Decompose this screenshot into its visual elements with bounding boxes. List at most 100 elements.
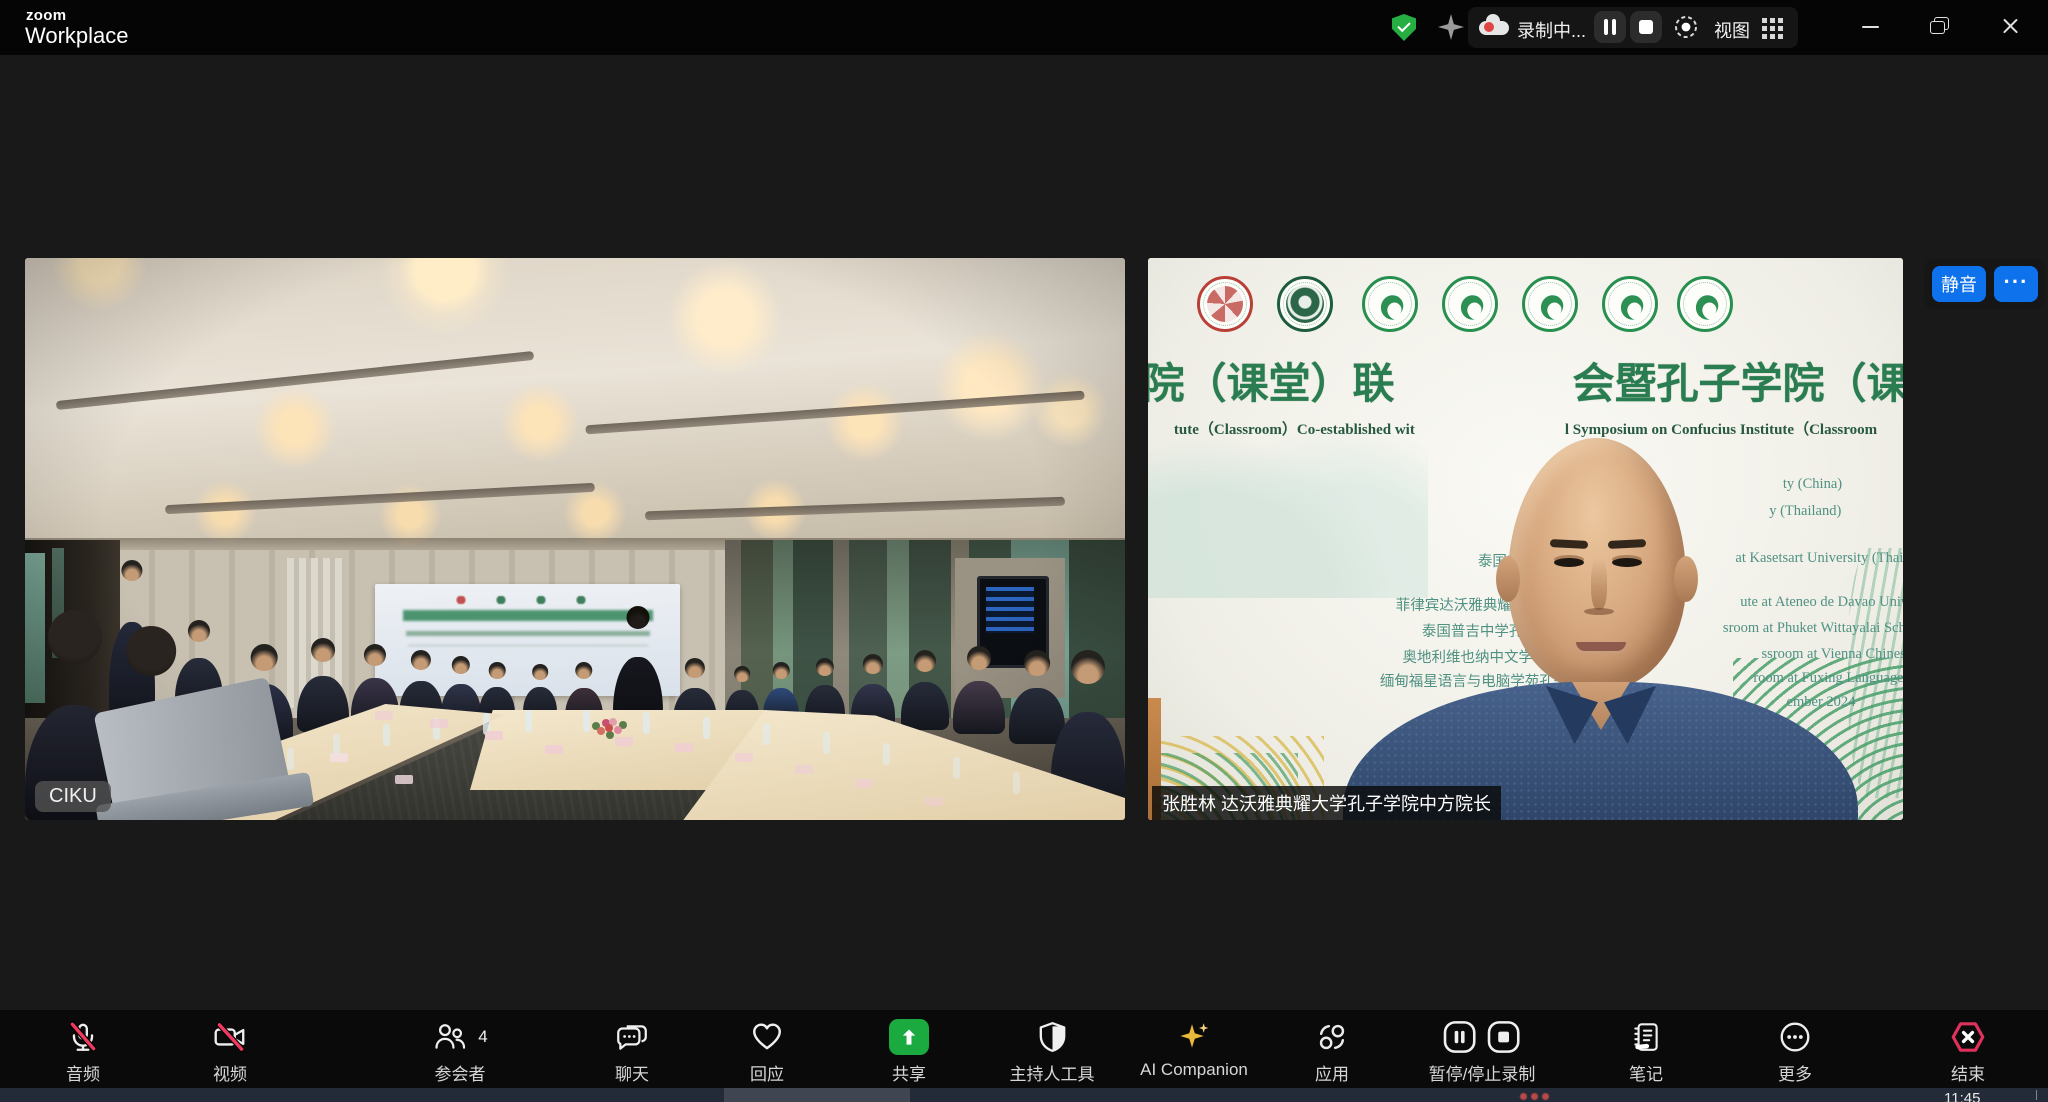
host-tools-button[interactable]: 主持人工具: [1010, 1018, 1095, 1085]
pause-recording-button[interactable]: [1594, 11, 1626, 43]
banner-line-en: ssroom at Vienna Chinese School(Austria): [1762, 646, 1903, 667]
banner-line-en: room at Fuxing Language and Chinese Clas…: [1753, 670, 1903, 691]
apps-button[interactable]: 应用: [1315, 1018, 1349, 1085]
security-shield-icon[interactable]: [1392, 14, 1416, 41]
banner-line-en: sroom at Phuket Wittayalai School (Thail…: [1723, 620, 1903, 641]
participants-icon: [432, 1020, 468, 1054]
record-indicator-icon[interactable]: [1672, 13, 1700, 41]
pause-recording-icon: [1442, 1019, 1478, 1055]
attendee: [953, 646, 1005, 734]
taskbar-divider: [2036, 1090, 2037, 1100]
more-button[interactable]: 更多: [1778, 1018, 1812, 1085]
mic-muted-icon: [66, 1018, 100, 1056]
zoom-meeting-window: zoom Workplace 录制中... 视图: [0, 0, 2048, 1102]
notes-icon: [1629, 1018, 1663, 1056]
speaker-eye: [1554, 558, 1584, 567]
end-meeting-icon: [1949, 1018, 1987, 1056]
taskbar-clock: 11:45: [1944, 1090, 1980, 1102]
ai-companion-label: AI Companion: [1140, 1060, 1248, 1080]
chat-button[interactable]: 聊天: [614, 1018, 650, 1085]
stop-recording-button[interactable]: [1630, 11, 1662, 43]
apps-icon: [1315, 1018, 1349, 1056]
camera-muted-icon: [212, 1018, 248, 1056]
chat-label: 聊天: [615, 1060, 649, 1085]
place-cards-decor: [545, 745, 563, 754]
banner-subtitle-left: tute（Classroom）Co-established wit: [1174, 418, 1415, 439]
mute-participant-button[interactable]: 静音: [1932, 266, 1986, 302]
banner-title: 建孔子学院（课堂）联 会暨孔子学院（课堂）特色: [1148, 350, 1903, 411]
banner-subtitle: tute（Classroom）Co-established wit l Symp…: [1148, 418, 1903, 439]
participant-more-options-button[interactable]: ···: [1994, 266, 2038, 302]
video-tile-speaker[interactable]: 建孔子学院（课堂）联 会暨孔子学院（课堂）特色 tute（Classroom）C…: [1148, 258, 1903, 820]
ai-sparkle-icon[interactable]: [1438, 14, 1464, 40]
participant-name-label: CIKU: [35, 781, 111, 812]
stop-icon: [1639, 20, 1653, 34]
confucius-institute-logo: [1677, 276, 1733, 332]
host-tools-shield-icon: [1035, 1018, 1069, 1056]
banner-line-en: ty (China): [1783, 476, 1842, 497]
apps-label: 应用: [1315, 1060, 1349, 1085]
speaker-eye: [1612, 558, 1642, 567]
taskbar-active-app-highlight: [724, 1088, 910, 1102]
cloud-recording-icon: [1479, 21, 1509, 35]
confucius-institute-logo: [1442, 276, 1498, 332]
banner-title-left: 建孔子学院（课堂）联: [1148, 350, 1395, 411]
speaker-nose: [1591, 558, 1607, 610]
end-meeting-button[interactable]: 结束: [1949, 1018, 1987, 1085]
title-bar: zoom Workplace 录制中... 视图: [0, 0, 2048, 55]
flower-centerpiece-decor: [605, 724, 613, 732]
confucius-institute-logo: [1362, 276, 1418, 332]
minimize-button[interactable]: [1851, 12, 1891, 42]
participant-name-label: 张胜林 达沃雅典耀大学孔子学院中方院长: [1152, 786, 1501, 820]
participants-count-badge: 4: [478, 1027, 487, 1047]
attendee: [901, 650, 949, 730]
workplace-logo: Workplace: [25, 23, 129, 49]
attendee: [297, 638, 349, 732]
chat-icon: [614, 1018, 650, 1056]
share-label: 共享: [892, 1060, 926, 1085]
share-screen-icon: [889, 1019, 929, 1055]
notes-button[interactable]: 笔记: [1629, 1018, 1663, 1085]
more-ellipsis-icon: [1778, 1018, 1812, 1056]
university-logo-red: [1197, 276, 1253, 332]
notes-label: 笔记: [1629, 1060, 1663, 1085]
water-bottles-decor: [525, 710, 532, 732]
ai-companion-sparkle-icon: [1176, 1018, 1212, 1056]
view-menu[interactable]: 视图: [1714, 17, 1750, 43]
stop-recording-icon: [1486, 1019, 1522, 1055]
banner-date-right: ember 2024: [1787, 694, 1856, 715]
audio-label: 音频: [66, 1060, 100, 1085]
participants-label: 参会者: [435, 1060, 486, 1085]
university-logo-green: [1277, 276, 1333, 332]
host-tools-label: 主持人工具: [1010, 1060, 1095, 1085]
pause-stop-recording-button[interactable]: 暂停/停止录制: [1429, 1018, 1536, 1085]
video-tile-conference-room[interactable]: CIKU: [25, 258, 1125, 820]
banner-line-en: at Kasetsart University (Thailand): [1735, 550, 1903, 571]
taskbar-red-indicator: [1520, 1093, 1527, 1100]
heart-reaction-icon: [750, 1018, 784, 1056]
more-label: 更多: [1778, 1060, 1812, 1085]
reactions-button[interactable]: 回应: [750, 1018, 784, 1085]
banner-subtitle-right: l Symposium on Confucius Institute（Class…: [1565, 418, 1877, 439]
meeting-toolbar: 音频 视频: [0, 1010, 2048, 1088]
end-meeting-label: 结束: [1951, 1060, 1985, 1085]
os-taskbar[interactable]: 11:45: [0, 1088, 2048, 1102]
audio-button[interactable]: 音频: [66, 1018, 100, 1085]
ai-companion-button[interactable]: AI Companion: [1140, 1018, 1248, 1080]
speaker-mouth: [1576, 642, 1626, 651]
video-button[interactable]: 视频: [212, 1018, 248, 1085]
maximize-button[interactable]: [1921, 12, 1961, 42]
participants-button[interactable]: 4 参会者: [432, 1018, 487, 1085]
share-button[interactable]: 共享: [889, 1018, 929, 1085]
confucius-institute-logo: [1602, 276, 1658, 332]
speaker-nose-shadow: [1584, 608, 1614, 615]
confucius-institute-logo: [1522, 276, 1578, 332]
gallery-grid-icon[interactable]: [1762, 18, 1767, 23]
video-label: 视频: [213, 1060, 247, 1085]
recording-controls-label: 暂停/停止录制: [1429, 1060, 1536, 1085]
recording-status-text: 录制中...: [1517, 17, 1586, 43]
banner-logo-row: [1148, 276, 1903, 336]
close-button[interactable]: [1991, 12, 2031, 42]
pause-icon: [1604, 19, 1608, 35]
zoom-logo: zoom: [26, 7, 66, 24]
